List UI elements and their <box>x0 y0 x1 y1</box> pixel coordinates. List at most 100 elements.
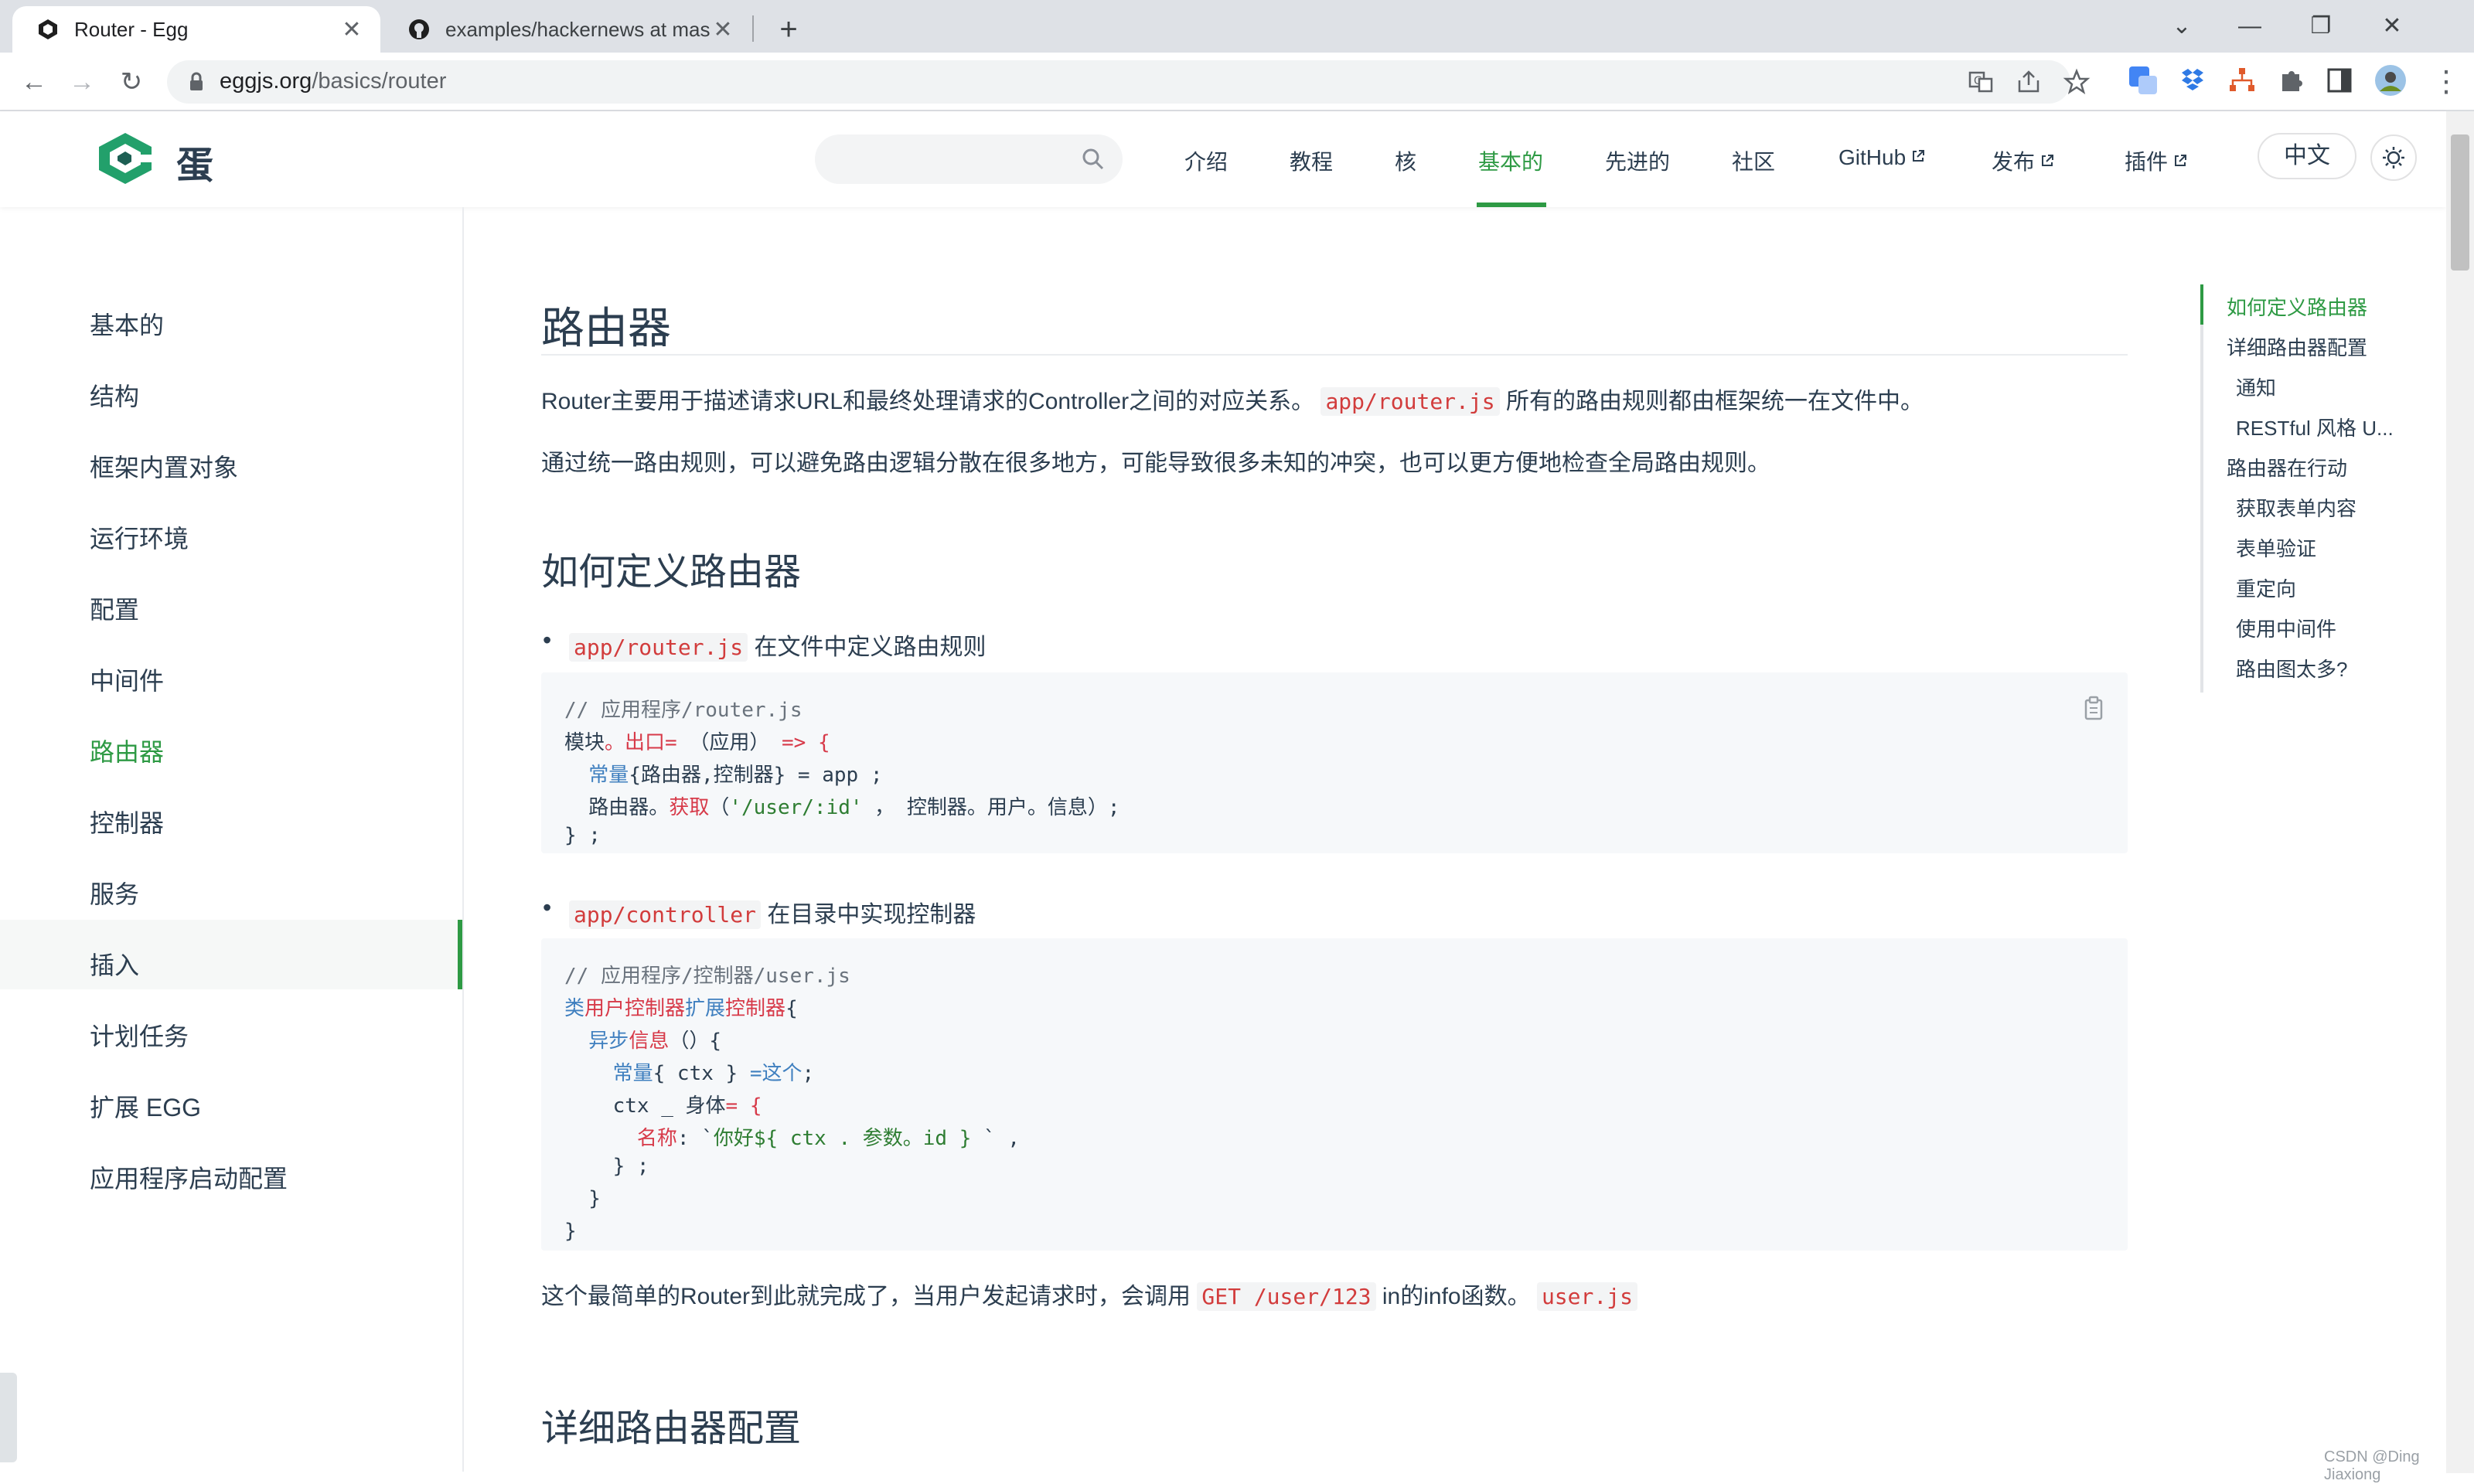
nav-core[interactable]: 核 <box>1395 145 1416 176</box>
toc-item[interactable]: 通知 <box>2236 373 2276 401</box>
sidebar-item-structure[interactable]: 结构 <box>90 377 139 413</box>
nav-community[interactable]: 社区 <box>1732 145 1775 176</box>
address-bar[interactable]: eggjs.org/basics/router G <box>167 60 2091 104</box>
toc-item[interactable]: 重定向 <box>2236 574 2296 602</box>
toc-item[interactable]: 表单验证 <box>2236 533 2316 562</box>
sidebar-item-router[interactable]: 路由器 <box>90 733 164 768</box>
code-line: // 应用程序/router.js <box>564 694 803 723</box>
github-favicon-icon <box>409 19 429 39</box>
nav-plugins[interactable]: 插件 <box>2125 145 2188 176</box>
code-token: ` , <box>971 1127 1021 1150</box>
copy-code-icon[interactable] <box>2081 696 2104 722</box>
code-token: : ` <box>676 1127 714 1150</box>
sidebar-item-middleware[interactable]: 中间件 <box>90 662 164 697</box>
nav-tutorial[interactable]: 教程 <box>1290 145 1333 176</box>
reload-icon[interactable]: ↻ <box>113 63 150 100</box>
sidebar-item-service[interactable]: 服务 <box>90 875 139 910</box>
code-line: 名称: `你好${ ctx . 参数。id } ` , <box>564 1122 1020 1151</box>
sidebar-item-plugin[interactable]: 插入 <box>90 946 139 982</box>
code-token: 模块 <box>564 731 605 754</box>
code-token: 路由器。 <box>564 796 670 819</box>
code-line: } <box>564 1220 577 1243</box>
p1-inline-code: app/router.js <box>1320 387 1500 416</box>
dropbox-extension-icon[interactable] <box>2176 63 2210 97</box>
sidebar-item-schedule[interactable]: 计划任务 <box>90 1017 189 1053</box>
code-token: =这个 <box>749 1062 803 1085</box>
sidebar-item-extend[interactable]: 扩展 EGG <box>90 1088 201 1124</box>
code-token: ctx _ 身体 <box>564 1094 726 1118</box>
code-token: （应用） <box>689 731 770 754</box>
nav-github-label: GitHub <box>1838 145 1907 169</box>
sitemap-extension-icon[interactable] <box>2225 63 2259 97</box>
minimize-icon[interactable]: — <box>2227 8 2273 45</box>
code-token: 异步 <box>564 1030 629 1053</box>
sidebar-item-basics[interactable]: 基本的 <box>90 306 164 342</box>
nav-intro[interactable]: 介绍 <box>1184 145 1228 176</box>
tab-hackernews[interactable]: examples/hackernews at mast ✕ <box>383 6 751 53</box>
tab-router-egg[interactable]: Router - Egg ✕ <box>12 6 380 53</box>
toc-item[interactable]: 详细路由器配置 <box>2227 332 2367 361</box>
sidebar-item-controller[interactable]: 控制器 <box>90 804 164 839</box>
sidebar-active-indicator <box>458 920 462 989</box>
translate-extension-icon[interactable] <box>2126 63 2160 97</box>
translate-icon[interactable]: G <box>1967 68 1995 96</box>
url-path: /basics/router <box>312 69 447 94</box>
nav-basics[interactable]: 基本的 <box>1478 145 1543 176</box>
bullet2-text: 在目录中实现控制器 <box>761 902 976 928</box>
page-title: 路由器 <box>541 304 671 352</box>
bookmark-star-icon[interactable] <box>2063 68 2091 96</box>
extensions-puzzle-icon[interactable] <box>2275 63 2309 97</box>
toc-item[interactable]: 如何定义路由器 <box>2227 292 2367 321</box>
sun-icon <box>2383 147 2404 168</box>
list-item: app/router.js 在文件中定义路由规则 <box>543 626 987 662</box>
language-switch-button[interactable]: 中文 <box>2258 133 2356 179</box>
toc-item[interactable]: 获取表单内容 <box>2236 493 2356 522</box>
code-token: 用户控制器 <box>584 997 686 1020</box>
code-string: '/user/:id' <box>729 796 863 819</box>
p1-text-after: 所有的路由规则都由框架统一在文件中。 <box>1499 389 1924 414</box>
close-tab-icon[interactable]: ✕ <box>710 16 736 43</box>
close-window-icon[interactable]: ✕ <box>2369 8 2415 45</box>
toc-item[interactable]: 路由图太多? <box>2236 654 2347 682</box>
theme-toggle-button[interactable] <box>2370 134 2417 181</box>
side-drawer-handle[interactable] <box>0 1373 17 1462</box>
code-token: 类 <box>564 997 585 1020</box>
new-tab-button[interactable]: + <box>770 11 807 48</box>
toc-item[interactable]: RESTful 风格 U... <box>2236 413 2394 441</box>
tab-search-icon[interactable]: ⌄ <box>2159 8 2205 45</box>
nav-github[interactable]: GitHub <box>1838 145 1926 170</box>
intro-paragraph-2: 通过统一路由规则，可以避免路由逻辑分散在很多地方，可能导致很多未知的冲突，也可以… <box>541 451 1770 476</box>
code-line: 类用户控制器扩展控制器{ <box>564 992 798 1021</box>
share-icon[interactable] <box>2015 68 2043 96</box>
tab-title: Router - Egg <box>74 17 189 41</box>
code-line: } <box>564 1187 601 1210</box>
sidebar-item-config[interactable]: 配置 <box>90 591 139 626</box>
site-brand[interactable]: 蛋 <box>176 134 213 189</box>
sidebar-item-builtin-objects[interactable]: 框架内置对象 <box>90 448 238 484</box>
list-item: app/controller 在目录中实现控制器 <box>543 893 976 929</box>
scrollbar-thumb[interactable] <box>2451 134 2469 271</box>
sidebar-item-env[interactable]: 运行环境 <box>90 519 189 555</box>
toc-item[interactable]: 使用中间件 <box>2236 614 2336 642</box>
code-line: 异步信息（）{ <box>564 1025 721 1053</box>
site-search-input[interactable] <box>815 134 1123 184</box>
forward-icon[interactable]: → <box>63 63 101 100</box>
egg-logo-icon[interactable] <box>96 131 155 186</box>
browser-toolbar: ← → ↻ eggjs.org/basics/router G ⋮ <box>0 53 2474 111</box>
nav-release[interactable]: 发布 <box>1992 145 2055 176</box>
back-icon[interactable]: ← <box>15 63 53 100</box>
page-scrollbar[interactable] <box>2446 111 2474 1473</box>
restore-icon[interactable]: ❐ <box>2298 8 2344 45</box>
intro-paragraph-1: Router主要用于描述请求URL和最终处理请求的Controller之间的对应… <box>541 382 1924 416</box>
browser-menu-icon[interactable]: ⋮ <box>2428 63 2465 100</box>
nav-advanced[interactable]: 先进的 <box>1605 145 1670 176</box>
code-token: { <box>785 997 798 1020</box>
close-tab-icon[interactable]: ✕ <box>339 16 365 43</box>
toc-item[interactable]: 路由器在行动 <box>2227 453 2347 482</box>
side-panel-icon[interactable] <box>2322 63 2356 97</box>
code-token: 常量 <box>564 764 629 787</box>
sidebar-active-background <box>0 920 462 989</box>
sidebar-item-app-start[interactable]: 应用程序启动配置 <box>90 1159 288 1195</box>
p3-inline-code-request: GET /user/123 <box>1197 1282 1376 1311</box>
profile-avatar[interactable] <box>2373 63 2408 97</box>
